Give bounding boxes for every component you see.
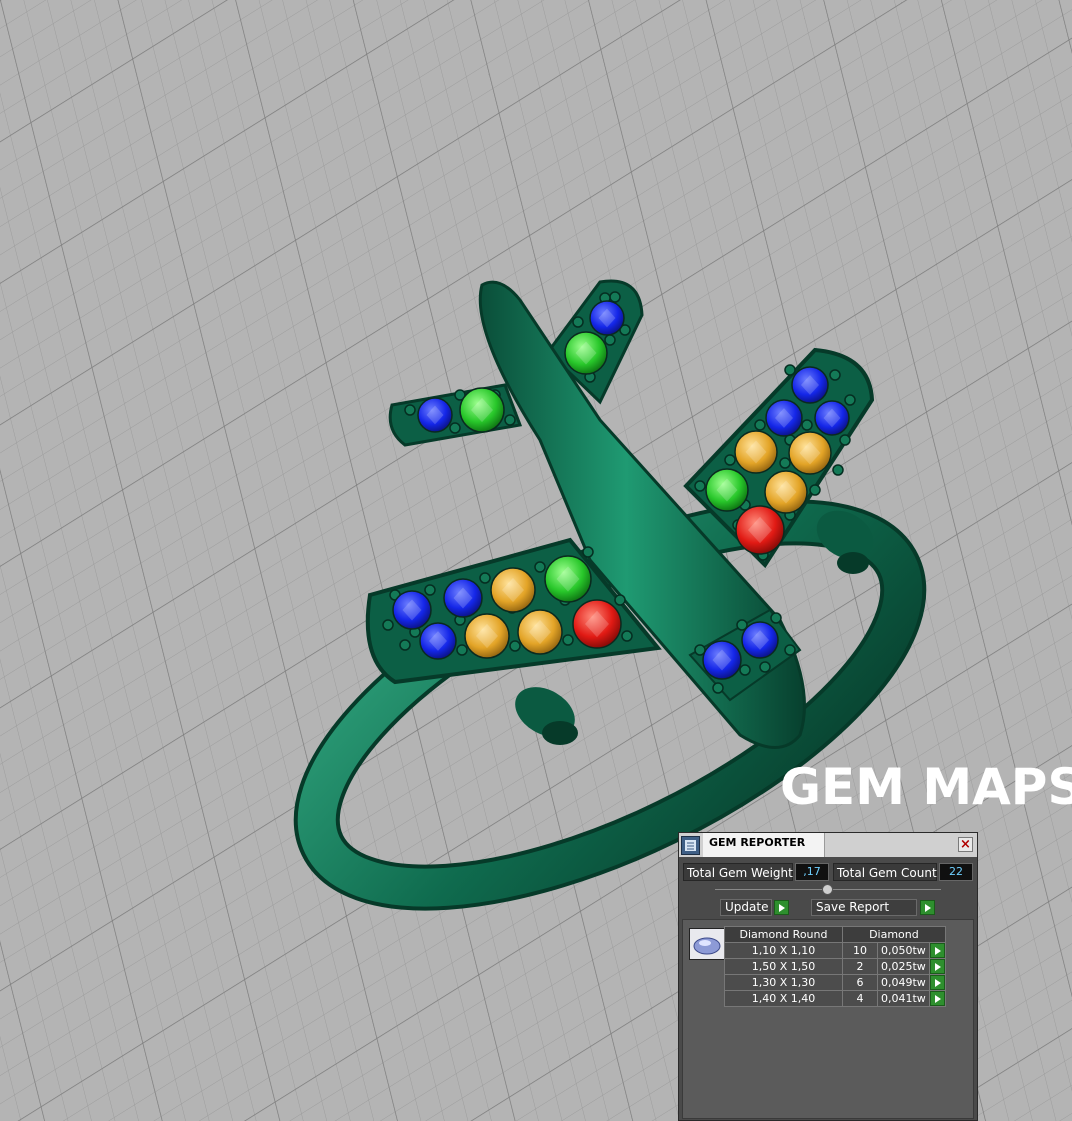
total-count-label: Total Gem Count — [833, 863, 937, 881]
save-report-button[interactable]: Save Report — [811, 899, 917, 916]
table-row[interactable]: 1,40 X 1,40 4 0,041tw — [724, 990, 946, 1007]
prong-bead — [456, 644, 468, 656]
panel-title-box: GEM REPORTER — [703, 833, 825, 857]
total-weight-label: Total Gem Weight — [683, 863, 793, 881]
panel-titlebar[interactable]: GEM REPORTER × — [679, 833, 977, 857]
header-diamond: Diamond — [842, 926, 946, 943]
prong-bead — [399, 639, 411, 651]
prong-bead — [582, 546, 594, 558]
gem-maps-title: GEM MAPS — [780, 758, 1072, 816]
prong-bead — [604, 334, 616, 346]
total-count-value: 22 — [939, 863, 973, 881]
update-button[interactable]: Update — [720, 899, 772, 916]
prong-bead — [534, 561, 546, 573]
prong-bead — [739, 664, 751, 676]
prong-bead — [759, 661, 771, 673]
prong-bead — [562, 634, 574, 646]
row-go-icon[interactable] — [929, 991, 945, 1006]
close-icon[interactable]: × — [958, 837, 973, 852]
prong-bead — [694, 480, 706, 492]
row-go-cell — [928, 974, 946, 991]
gem-list-area: Diamond Round Diamond 1,10 X 1,10 10 0,0… — [682, 919, 974, 1119]
prong-bead — [614, 594, 626, 606]
table-row[interactable]: 1,30 X 1,30 6 0,049tw — [724, 974, 946, 991]
prong-bead — [809, 484, 821, 496]
prong-bead — [832, 464, 844, 476]
prong-bead — [504, 414, 516, 426]
row-go-icon[interactable] — [929, 943, 945, 958]
prong-bead — [424, 584, 436, 596]
gem-weight: 0,041tw — [877, 990, 930, 1007]
report-app-icon — [681, 836, 700, 855]
prong-bead — [754, 419, 766, 431]
row-go-icon[interactable] — [929, 959, 945, 974]
row-go-cell — [928, 990, 946, 1007]
prong-bead — [829, 369, 841, 381]
prong-bead — [801, 419, 813, 431]
row-go-cell — [928, 958, 946, 975]
prong-bead — [724, 454, 736, 466]
prong-bead — [509, 640, 521, 652]
gem-weight: 0,050tw — [877, 942, 930, 959]
row-go-cell — [928, 942, 946, 959]
table-row[interactable]: 1,50 X 1,50 2 0,025tw — [724, 958, 946, 975]
report-icon-glyph — [685, 840, 696, 851]
prong-bead — [844, 394, 856, 406]
update-go-icon[interactable] — [774, 900, 789, 915]
gem-size: 1,50 X 1,50 — [724, 958, 843, 975]
gem-count: 6 — [842, 974, 878, 991]
prong-bead — [572, 316, 584, 328]
prong-bead — [449, 422, 461, 434]
total-weight-value: ,17 — [795, 863, 829, 881]
gem-count: 2 — [842, 958, 878, 975]
prong-bead — [779, 457, 791, 469]
prong-bead — [784, 364, 796, 376]
row-go-icon[interactable] — [929, 975, 945, 990]
prong-bead — [609, 291, 621, 303]
gem-weight: 0,049tw — [877, 974, 930, 991]
prong-bead — [621, 630, 633, 642]
gem-size: 1,10 X 1,10 — [724, 942, 843, 959]
splitter-handle[interactable] — [822, 884, 833, 895]
prong-bead — [479, 572, 491, 584]
gem-size: 1,30 X 1,30 — [724, 974, 843, 991]
save-report-go-icon[interactable] — [920, 900, 935, 915]
prong-bead — [404, 404, 416, 416]
diamond-glyph — [693, 937, 721, 955]
panel-title: GEM REPORTER — [709, 836, 806, 849]
gem-reporter-panel: GEM REPORTER × Total Gem Weight ,17 Tota… — [678, 832, 978, 1121]
prong-bead — [770, 612, 782, 624]
prong-bead — [784, 644, 796, 656]
table-row[interactable]: 1,10 X 1,10 10 0,050tw — [724, 942, 946, 959]
gem-count: 4 — [842, 990, 878, 1007]
prong-bead — [712, 682, 724, 694]
gem-size: 1,40 X 1,40 — [724, 990, 843, 1007]
prong-bead — [382, 619, 394, 631]
prong-bead — [839, 434, 851, 446]
diamond-round-icon[interactable] — [689, 928, 725, 960]
gem-count: 10 — [842, 942, 878, 959]
gem-table: Diamond Round Diamond 1,10 X 1,10 10 0,0… — [724, 926, 946, 1007]
gem-weight: 0,025tw — [877, 958, 930, 975]
header-diamond-round: Diamond Round — [724, 926, 843, 943]
